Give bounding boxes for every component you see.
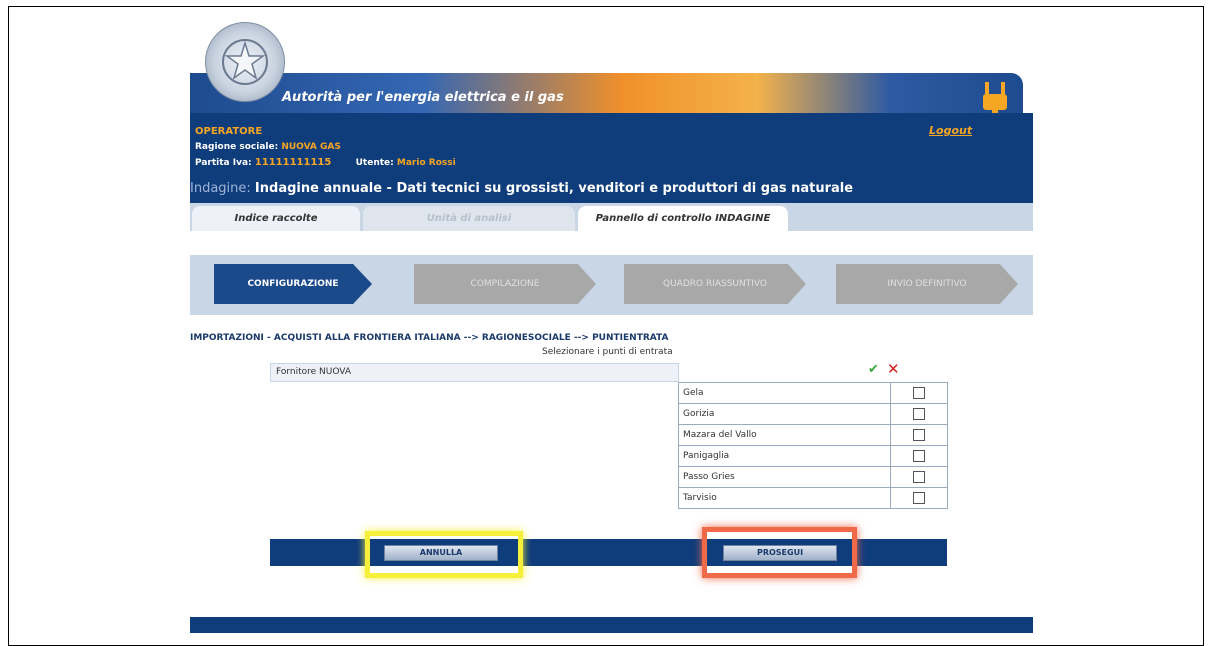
ragione-sociale-value: NUOVA GAS: [281, 142, 341, 152]
point-name: Panigaglia: [678, 445, 891, 467]
ragione-sociale-label: Ragione sociale:: [195, 142, 279, 152]
confirm-check-icon[interactable]: ✔: [868, 362, 879, 377]
piva-value: 11111111115: [254, 157, 332, 168]
tab-unita-di-analisi[interactable]: Unità di analisi: [363, 206, 575, 231]
breadcrumb: IMPORTAZIONI - ACQUISTI ALLA FRONTIERA I…: [190, 333, 669, 343]
table-row: Panigaglia: [678, 445, 948, 467]
piva-label: Partita Iva:: [195, 158, 252, 168]
logout-link[interactable]: Logout: [929, 124, 972, 137]
table-row: Gorizia: [678, 403, 948, 425]
indagine-value: Indagine annuale - Dati tecnici su gross…: [254, 181, 854, 196]
table-row: Mazara del Vallo: [678, 424, 948, 446]
step-invio-definitivo[interactable]: INVIO DEFINITIVO: [836, 264, 1018, 304]
step-configurazione[interactable]: CONFIGURAZIONE: [214, 264, 372, 304]
point-name: Gela: [678, 382, 891, 404]
step-compilazione[interactable]: COMPILAZIONE: [414, 264, 596, 304]
tab-pannello-controllo[interactable]: Pannello di controllo INDAGINE: [578, 206, 788, 231]
point-name: Mazara del Vallo: [678, 424, 891, 446]
indagine-line: Indagine: Indagine annuale - Dati tecnic…: [190, 181, 853, 196]
annulla-button[interactable]: ANNULLA: [384, 545, 498, 561]
point-checkbox[interactable]: [913, 471, 925, 483]
point-name: Gorizia: [678, 403, 891, 425]
footer-bar: [190, 617, 1033, 633]
step-quadro-riassuntivo[interactable]: QUADRO RIASSUNTIVO: [624, 264, 806, 304]
point-checkbox[interactable]: [913, 408, 925, 420]
table-row: Gela: [678, 382, 948, 404]
table-row: Passo Gries: [678, 466, 948, 488]
prosegui-button[interactable]: PROSEGUI: [723, 545, 837, 561]
utente-label: Utente:: [355, 158, 394, 168]
selection-hint: Selezionare i punti di entrata: [542, 347, 673, 357]
point-checkbox[interactable]: [913, 387, 925, 399]
agency-title: Autorità per l'energia elettrica e il ga…: [282, 90, 564, 105]
point-checkbox[interactable]: [913, 450, 925, 462]
table-row: Tarvisio: [678, 487, 948, 509]
cancel-x-icon[interactable]: ✕: [887, 360, 900, 378]
ragione-sociale-line: Ragione sociale: NUOVA GAS: [195, 142, 341, 152]
point-name: Passo Gries: [678, 466, 891, 488]
tab-indice-raccolte[interactable]: Indice raccolte: [192, 206, 360, 231]
entry-points-table: Gela Gorizia Mazara del Vallo Panigaglia…: [678, 382, 948, 509]
point-name: Tarvisio: [678, 487, 891, 509]
fornitore-row[interactable]: Fornitore NUOVA: [270, 363, 679, 382]
italian-emblem-icon: [205, 22, 285, 102]
utente-value: Mario Rossi: [396, 158, 456, 168]
point-checkbox[interactable]: [913, 492, 925, 504]
operator-label: OPERATORE: [195, 126, 263, 137]
piva-utente-line: Partita Iva: 11111111115 Utente: Mario R…: [195, 157, 456, 168]
point-checkbox[interactable]: [913, 429, 925, 441]
indagine-label: Indagine:: [190, 181, 251, 196]
